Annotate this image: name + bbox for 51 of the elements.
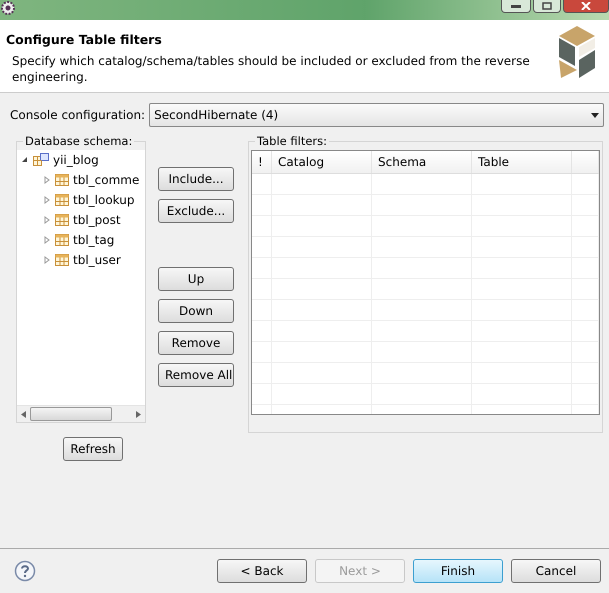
- tree-item[interactable]: tbl_lookup: [73, 193, 134, 207]
- tree-item[interactable]: tbl_post: [73, 213, 121, 227]
- close-button[interactable]: [563, 0, 609, 13]
- collapsed-arrow-icon[interactable]: [43, 216, 51, 224]
- minimize-button[interactable]: [501, 0, 531, 13]
- action-button[interactable]: Exclude...: [158, 199, 234, 223]
- refresh-button[interactable]: Refresh: [63, 437, 123, 461]
- dropdown-arrow-icon: [591, 112, 599, 118]
- page-description: Specify which catalog/schema/tables should be included or excluded from the reverse engineering.: [12, 53, 531, 85]
- table-icon: [55, 174, 69, 186]
- scroll-right-icon[interactable]: [136, 410, 141, 418]
- wizard-button[interactable]: Cancel: [511, 559, 601, 583]
- horizontal-scrollbar[interactable]: [17, 405, 145, 422]
- tree-item[interactable]: yii_blog: [53, 153, 99, 167]
- column-header[interactable]: !: [252, 151, 272, 173]
- column-header[interactable]: Catalog: [272, 151, 372, 173]
- tree-item[interactable]: tbl_tag: [73, 233, 114, 247]
- column-header[interactable]: Schema: [372, 151, 472, 173]
- gear-icon: [0, 0, 16, 16]
- table-filters-label: Table filters:: [255, 134, 330, 148]
- action-button[interactable]: Include...: [158, 167, 234, 191]
- minimize-icon: [511, 4, 521, 8]
- expanded-arrow-icon[interactable]: [21, 156, 29, 164]
- collapsed-arrow-icon[interactable]: [43, 256, 51, 264]
- tree-item[interactable]: tbl_comme: [73, 173, 140, 187]
- console-configuration-dropdown[interactable]: SecondHibernate (4): [149, 103, 604, 127]
- database-schema-label: Database schema:: [23, 134, 134, 148]
- wizard-button[interactable]: Finish: [413, 559, 503, 583]
- action-button[interactable]: Remove: [158, 331, 234, 355]
- action-button[interactable]: Down: [158, 299, 234, 323]
- page-title: Configure Table filters: [6, 32, 163, 47]
- collapsed-arrow-icon[interactable]: [43, 196, 51, 204]
- action-button[interactable]: Up: [158, 267, 234, 291]
- action-button[interactable]: Remove All: [158, 363, 234, 387]
- scroll-left-icon[interactable]: [21, 410, 26, 418]
- table-icon: [55, 194, 69, 206]
- maximize-button[interactable]: [533, 0, 561, 13]
- table-filters-table[interactable]: ! Catalog Schema Table: [251, 150, 600, 415]
- database-schema-icon: [33, 153, 49, 167]
- close-icon: [581, 2, 591, 10]
- table-icon: [55, 234, 69, 246]
- help-icon[interactable]: [14, 560, 36, 582]
- wizard-button[interactable]: < Back: [217, 559, 307, 583]
- maximize-icon: [542, 2, 552, 10]
- console-configuration-label: Console configuration:: [10, 108, 146, 122]
- tree-item[interactable]: tbl_user: [73, 253, 121, 267]
- collapsed-arrow-icon[interactable]: [43, 236, 51, 244]
- table-icon: [55, 214, 69, 226]
- column-header[interactable]: Table: [472, 151, 572, 173]
- table-icon: [55, 254, 69, 266]
- collapsed-arrow-icon[interactable]: [43, 176, 51, 184]
